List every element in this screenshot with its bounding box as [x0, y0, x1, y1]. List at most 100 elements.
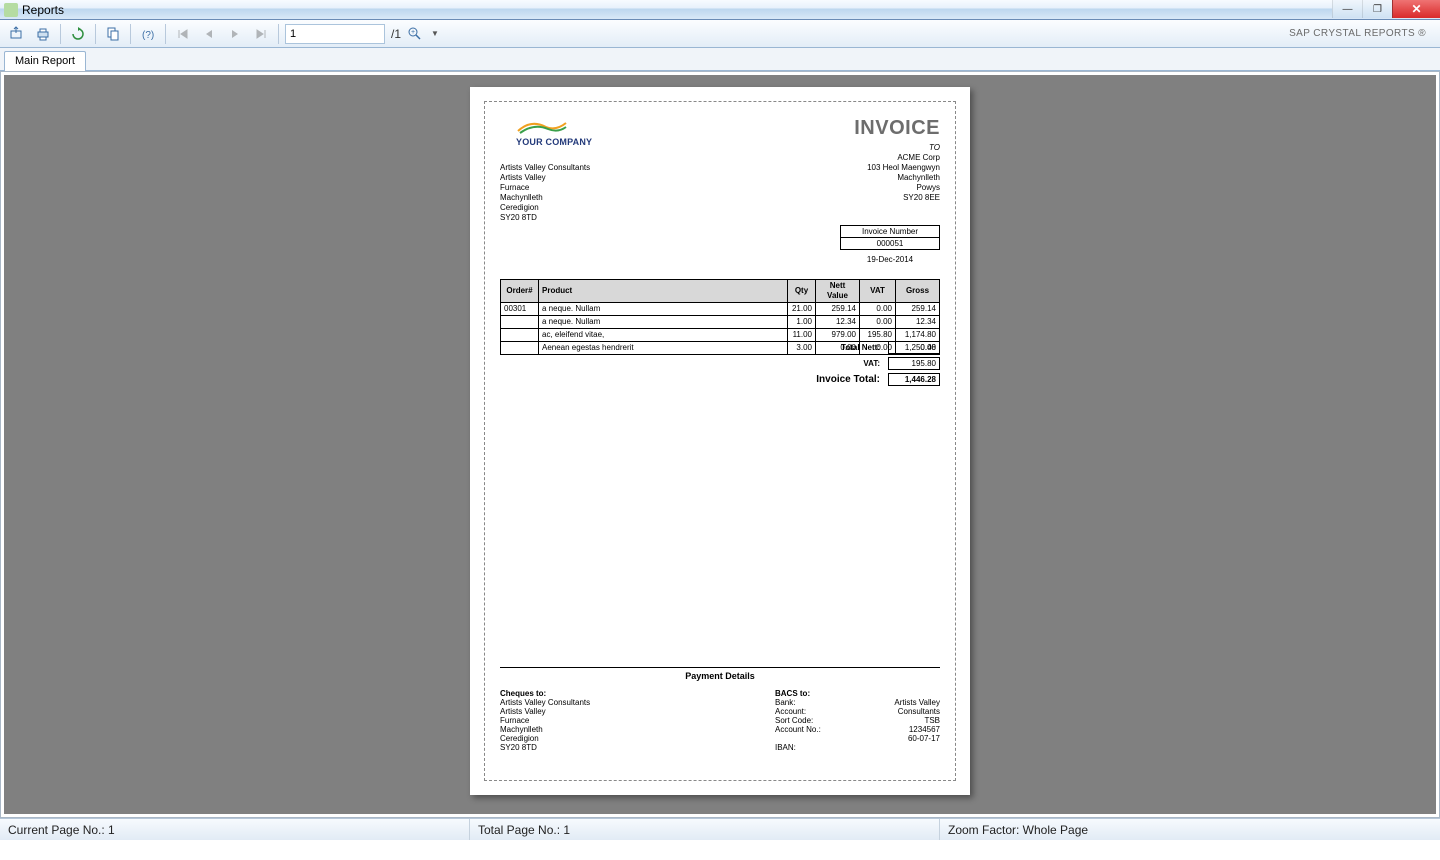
- report-page: YOUR COMPANY Artists Valley Consultants …: [470, 87, 970, 795]
- brand-label: SAP CRYSTAL REPORTS ®: [1289, 28, 1434, 39]
- bacs-iban-val: [845, 743, 940, 752]
- bacs-sort-key: Sort Code:: [775, 716, 845, 725]
- cheques-line: Artists Valley: [500, 707, 590, 716]
- minimize-button[interactable]: —: [1332, 0, 1362, 18]
- parameters-icon: (?): [139, 26, 157, 42]
- bacs-acctno-val: 1234567: [845, 725, 940, 734]
- bacs-bank-key: Bank:: [775, 698, 845, 707]
- window-title: Reports: [22, 3, 64, 17]
- tab-strip: Main Report: [0, 48, 1440, 71]
- bacs-bank-val: Artists Valley: [845, 698, 940, 707]
- first-page-icon: [176, 27, 190, 41]
- prev-page-button[interactable]: [198, 23, 220, 45]
- bacs-acct-key: Account:: [775, 707, 845, 716]
- from-line: SY20 8TD: [500, 213, 590, 223]
- bacs-label: BACS to:: [775, 689, 940, 698]
- page-number-input[interactable]: [285, 24, 385, 44]
- table-row: 00301 a neque. Nullam 21.00 259.14 0.00 …: [501, 303, 940, 316]
- total-vat-row: VAT: 195.80: [700, 357, 940, 370]
- page-total-label: /1: [389, 27, 401, 41]
- close-button[interactable]: ✕: [1392, 0, 1440, 18]
- invoice-total-row: Invoice Total: 1,446.28: [700, 373, 940, 386]
- zoom-dropdown-icon[interactable]: ▼: [431, 29, 439, 38]
- to-line: Machynlleth: [867, 173, 940, 183]
- from-line: Machynlleth: [500, 193, 590, 203]
- cell-vat: 195.80: [860, 329, 896, 342]
- svg-text:+: +: [411, 29, 415, 36]
- cell-order: [501, 329, 539, 342]
- total-nett-label: Total Nett:: [841, 343, 880, 352]
- cell-order: 00301: [501, 303, 539, 316]
- toolbar-separator: [95, 24, 96, 44]
- bacs-row: 60-07-17: [775, 734, 940, 743]
- cell-order: [501, 316, 539, 329]
- bacs-row: Account No.:1234567: [775, 725, 940, 734]
- minimize-icon: —: [1343, 4, 1353, 15]
- cheques-block: Cheques to: Artists Valley Consultants A…: [500, 689, 590, 752]
- app-icon: [4, 3, 18, 17]
- toolbar-separator: [130, 24, 131, 44]
- refresh-icon: [70, 26, 86, 42]
- copy-button[interactable]: [102, 23, 124, 45]
- cell-order: [501, 342, 539, 355]
- last-page-button[interactable]: [250, 23, 272, 45]
- cell-gross: 12.34: [896, 316, 940, 329]
- total-vat-value: 195.80: [888, 357, 940, 370]
- company-logo-block: YOUR COMPANY: [516, 117, 592, 147]
- bacs-acct-val: Consultants: [845, 707, 940, 716]
- print-button[interactable]: [32, 23, 54, 45]
- cheques-line: Artists Valley Consultants: [500, 698, 590, 707]
- status-current-page: Current Page No.: 1: [0, 819, 470, 840]
- to-label: TO: [867, 143, 940, 153]
- page-content: YOUR COMPANY Artists Valley Consultants …: [500, 117, 940, 765]
- next-page-button[interactable]: [224, 23, 246, 45]
- status-bar: Current Page No.: 1 Total Page No.: 1 Zo…: [0, 818, 1440, 840]
- bacs-sort-val: TSB: [845, 716, 940, 725]
- bacs-blank-key: [775, 734, 845, 743]
- status-zoom: Zoom Factor: Whole Page: [940, 819, 1440, 840]
- total-nett-row: Total Nett: 1,250.48: [700, 341, 940, 354]
- invoice-total-label: Invoice Total:: [816, 374, 880, 385]
- cell-product: a neque. Nullam: [539, 316, 788, 329]
- col-gross: Gross: [896, 280, 940, 303]
- cheques-line: Furnace: [500, 716, 590, 725]
- cheques-line: Machynlleth: [500, 725, 590, 734]
- close-icon: ✕: [1411, 2, 1421, 16]
- col-product: Product: [539, 280, 788, 303]
- bacs-row: IBAN:: [775, 743, 940, 752]
- to-line: ACME Corp: [867, 153, 940, 163]
- cell-qty: 1.00: [788, 316, 816, 329]
- cheques-line: Ceredigion: [500, 734, 590, 743]
- maximize-button[interactable]: ❐: [1362, 0, 1392, 18]
- from-address: Artists Valley Consultants Artists Valle…: [500, 163, 590, 223]
- payment-separator: [500, 667, 940, 668]
- toggle-parameters-button[interactable]: (?): [137, 23, 159, 45]
- bacs-iban-key: IBAN:: [775, 743, 845, 752]
- window-controls: — ❐ ✕: [1332, 0, 1440, 18]
- table-row: ac, eleifend vitae, 11.00 979.00 195.80 …: [501, 329, 940, 342]
- invoice-number-value: 000051: [840, 238, 940, 250]
- total-nett-value: 1,250.48: [888, 341, 940, 354]
- refresh-button[interactable]: [67, 23, 89, 45]
- to-address: TO ACME Corp 103 Heol Maengwyn Machynlle…: [867, 143, 940, 203]
- report-canvas[interactable]: YOUR COMPANY Artists Valley Consultants …: [4, 75, 1436, 814]
- from-line: Artists Valley: [500, 173, 590, 183]
- cell-product: ac, eleifend vitae,: [539, 329, 788, 342]
- last-page-icon: [254, 27, 268, 41]
- cell-nett: 979.00: [816, 329, 860, 342]
- zoom-button[interactable]: +: [405, 23, 427, 45]
- from-line: Ceredigion: [500, 203, 590, 213]
- tab-main-report[interactable]: Main Report: [4, 51, 86, 71]
- report-viewer-frame: YOUR COMPANY Artists Valley Consultants …: [0, 71, 1440, 818]
- maximize-icon: ❐: [1373, 4, 1382, 15]
- from-line: Artists Valley Consultants: [500, 163, 590, 173]
- first-page-button[interactable]: [172, 23, 194, 45]
- cell-vat: 0.00: [860, 316, 896, 329]
- bacs-row: Sort Code:TSB: [775, 716, 940, 725]
- cell-nett: 259.14: [816, 303, 860, 316]
- status-total-page: Total Page No.: 1: [470, 819, 940, 840]
- cell-product: a neque. Nullam: [539, 303, 788, 316]
- export-button[interactable]: [6, 23, 28, 45]
- to-line: Powys: [867, 183, 940, 193]
- cheques-line: SY20 8TD: [500, 743, 590, 752]
